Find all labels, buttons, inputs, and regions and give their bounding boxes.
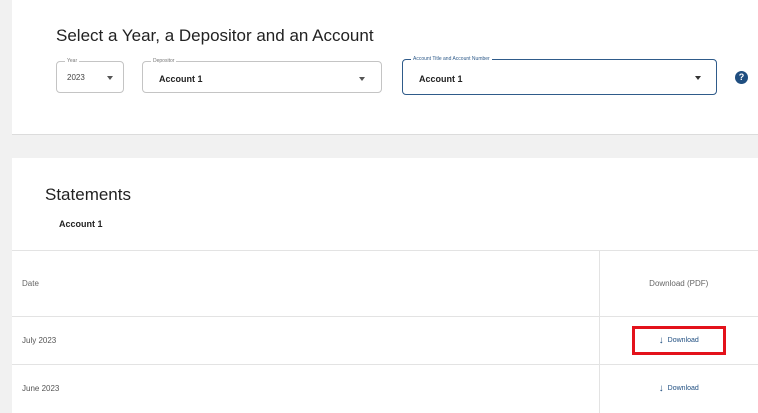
statements-table: Date Download (PDF) July 2023 ↓ Download … (12, 250, 758, 413)
account-label: Account Title and Account Number (411, 55, 492, 63)
question-circle-icon[interactable]: ? (735, 71, 748, 84)
account-select[interactable]: Account Title and Account Number Account… (402, 55, 717, 95)
download-label: Download (667, 385, 699, 393)
table-header-row: Date Download (PDF) (12, 250, 758, 317)
download-button[interactable]: ↓ Download (639, 376, 719, 401)
table-row: July 2023 ↓ Download (12, 316, 758, 365)
date-column-header: Date (12, 250, 600, 317)
download-column-header: Download (PDF) (599, 250, 758, 317)
statement-date: June 2023 (12, 364, 600, 413)
download-arrow-icon: ↓ (658, 335, 664, 346)
year-select[interactable]: Year 2023 (56, 57, 124, 93)
depositor-label: Depositor (151, 57, 177, 65)
selection-panel: Select a Year, a Depositor and an Accoun… (12, 0, 758, 135)
year-value: 2023 (67, 73, 85, 82)
depositor-select[interactable]: Depositor Account 1 (142, 57, 382, 93)
statements-panel: Statements Account 1 Date Download (PDF)… (12, 158, 758, 413)
caret-down-icon (695, 76, 701, 80)
statements-account-name: Account 1 (59, 219, 103, 229)
selection-title: Select a Year, a Depositor and an Accoun… (56, 26, 374, 45)
download-cell: ↓ Download (599, 364, 758, 413)
depositor-value: Account 1 (159, 74, 203, 84)
table-row: June 2023 ↓ Download (12, 364, 758, 413)
download-cell: ↓ Download (599, 316, 758, 365)
caret-down-icon (359, 77, 365, 81)
year-label: Year (65, 57, 80, 65)
download-button[interactable]: ↓ Download (631, 326, 726, 355)
caret-down-icon (107, 76, 113, 80)
account-value: Account 1 (419, 74, 463, 84)
download-label: Download (667, 337, 699, 344)
statements-title: Statements (45, 185, 131, 204)
statement-date: July 2023 (12, 316, 600, 365)
download-arrow-icon: ↓ (658, 383, 664, 395)
